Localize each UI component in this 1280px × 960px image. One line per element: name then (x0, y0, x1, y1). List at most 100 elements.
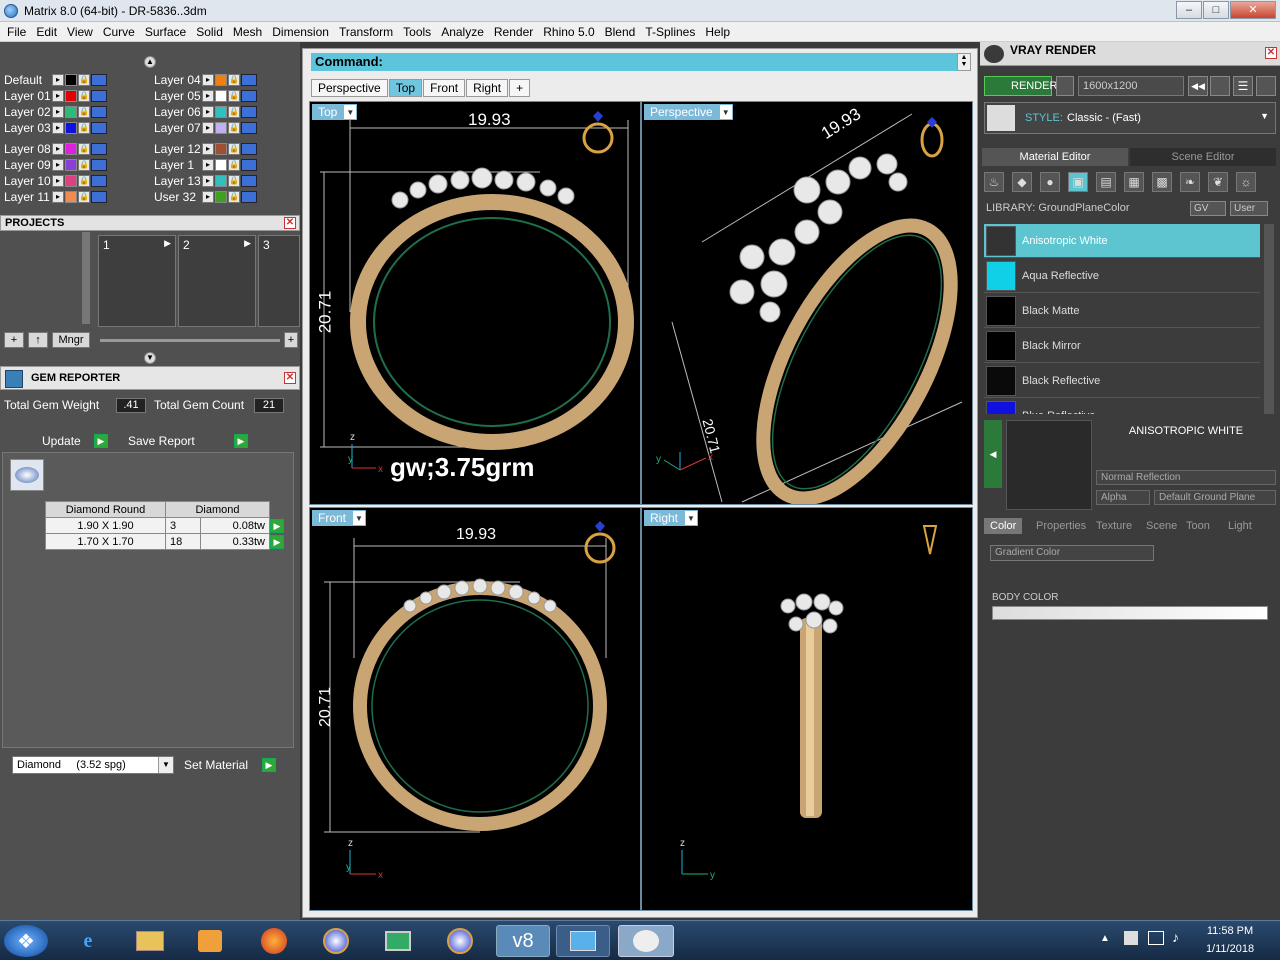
material-list-item[interactable]: Anisotropic White (984, 224, 1260, 258)
lock-icon[interactable]: 🔒 (78, 142, 90, 155)
tab-color[interactable]: Color (984, 518, 1023, 534)
layer-expand-icon[interactable]: ▸ (202, 121, 214, 134)
material-list-item[interactable]: Black Mirror (984, 329, 1260, 363)
sphere-icon[interactable]: ● (1040, 172, 1060, 192)
lock-icon[interactable]: 🔒 (78, 89, 90, 102)
layer-row[interactable]: Layer 06 ▸ 🔒 (150, 104, 258, 119)
material-select[interactable]: Diamond (3.52 spg) (12, 756, 174, 774)
layer-expand-icon[interactable]: ▸ (202, 190, 214, 203)
project-cell-3[interactable]: 3 (258, 235, 300, 327)
layer-expand-icon[interactable]: ▸ (202, 89, 214, 102)
frame-icon[interactable] (1210, 76, 1230, 96)
viewport-right-label[interactable]: Right ▼ (644, 510, 699, 526)
firefox-icon[interactable] (254, 925, 294, 957)
collapse-toggle-icon[interactable]: ▲ (144, 56, 156, 68)
internet-explorer-icon[interactable]: e (68, 925, 108, 957)
layer-color-swatch[interactable] (215, 105, 227, 118)
grid-icon[interactable] (1256, 76, 1276, 96)
lock-icon[interactable]: 🔒 (78, 174, 90, 187)
layer-color-swatch[interactable] (215, 158, 227, 171)
layer-row[interactable]: Layer 04 ▸ 🔒 (150, 72, 258, 87)
layer-color-swatch[interactable] (65, 174, 77, 187)
menu-item[interactable]: Transform (334, 25, 398, 39)
layer-visibility-icon[interactable] (241, 158, 257, 171)
layer-row[interactable]: Layer 10 ▸ 🔒 (0, 173, 108, 188)
layer-color-swatch[interactable] (215, 190, 227, 203)
lock-icon[interactable]: 🔒 (228, 174, 240, 187)
menu-item[interactable]: Solid (191, 25, 228, 39)
layer-row[interactable]: Layer 07 ▸ 🔒 (150, 120, 258, 135)
tab-perspective[interactable]: Perspective (311, 79, 388, 97)
layer-row[interactable]: User 32 ▸ 🔒 (150, 189, 258, 204)
layer-color-swatch[interactable] (65, 105, 77, 118)
viewport-perspective-label[interactable]: Perspective ▼ (644, 104, 733, 120)
play-icon[interactable]: ▶ (270, 518, 284, 533)
table-row[interactable]: 1.90 X 1.90 3 0.08tw ▶ (45, 517, 285, 534)
table-row[interactable]: 1.70 X 1.70 18 0.33tw ▶ (45, 533, 285, 550)
gem-icon[interactable]: ◆ (1012, 172, 1032, 192)
manager-button[interactable]: Mngr (52, 332, 90, 348)
lock-icon[interactable]: 🔒 (78, 121, 90, 134)
pattern-icon[interactable]: ▩ (1152, 172, 1172, 192)
menu-item[interactable]: View (62, 25, 98, 39)
layer-visibility-icon[interactable] (91, 89, 107, 102)
collapse-toggle-icon[interactable]: ▼ (144, 352, 156, 364)
layer-expand-icon[interactable]: ▸ (52, 89, 64, 102)
material-list-item[interactable]: Black Matte (984, 294, 1260, 328)
layer-color-swatch[interactable] (65, 190, 77, 203)
layer-visibility-icon[interactable] (241, 121, 257, 134)
viewport-right[interactable]: z y Right ▼ (641, 507, 973, 911)
layer-color-swatch[interactable] (65, 121, 77, 134)
layer-expand-icon[interactable]: ▸ (202, 105, 214, 118)
layer-expand-icon[interactable]: ▸ (202, 174, 214, 187)
lock-icon[interactable]: 🔒 (78, 105, 90, 118)
media-player-icon[interactable] (190, 925, 230, 957)
layer-visibility-icon[interactable] (241, 73, 257, 86)
list-icon[interactable]: ☰ (1233, 76, 1253, 96)
viewport-perspective[interactable]: y x Perspective ▼ 19.93 20.71 (641, 101, 973, 505)
menu-item[interactable]: T-Splines (640, 25, 700, 39)
rewind-icon[interactable]: ◀◀ (1188, 76, 1208, 96)
projects-close-icon[interactable]: ✕ (284, 217, 296, 229)
chevron-down-icon[interactable]: ▼ (1260, 111, 1269, 121)
style-selector[interactable]: STYLE: Classic - (Fast) ▼ (984, 102, 1276, 134)
layer-color-swatch[interactable] (65, 89, 77, 102)
save-report-button[interactable]: ▶ (234, 434, 248, 448)
ground-plane-select[interactable]: Default Ground Plane (1154, 490, 1276, 505)
layer-expand-icon[interactable]: ▸ (52, 158, 64, 171)
play-icon[interactable]: ▶ (244, 238, 251, 249)
update-button[interactable]: ▶ (94, 434, 108, 448)
play-icon[interactable]: ▶ (270, 534, 284, 549)
tab-toon[interactable]: Toon (1186, 518, 1210, 534)
layer-expand-icon[interactable]: ▸ (52, 174, 64, 187)
set-material-button[interactable]: ▶ (262, 758, 276, 772)
matrix-app-icon-2[interactable] (440, 925, 480, 957)
resolution-select[interactable]: 1600x1200 (1078, 76, 1184, 96)
collapse-left-icon[interactable]: ◀ (984, 420, 1002, 488)
layer-visibility-icon[interactable] (91, 190, 107, 203)
command-scroll-icon[interactable]: ▲ ▼ (957, 53, 971, 71)
tab-material-editor[interactable]: Material Editor (982, 148, 1128, 166)
menu-item[interactable]: Surface (140, 25, 191, 39)
tab-light[interactable]: Light (1228, 518, 1252, 534)
layer-row[interactable]: Layer 13 ▸ 🔒 (150, 173, 258, 188)
render-button[interactable]: RENDER (984, 76, 1057, 96)
command-bar[interactable]: Command: (311, 53, 959, 71)
paint-icon[interactable]: ❦ (1208, 172, 1228, 192)
menu-item[interactable]: Tools (398, 25, 436, 39)
minimize-button[interactable]: – (1176, 1, 1202, 19)
layer-visibility-icon[interactable] (241, 142, 257, 155)
texture-icon[interactable]: ▤ (1096, 172, 1116, 192)
menu-item[interactable]: File (2, 25, 31, 39)
paint-icon[interactable] (618, 925, 674, 957)
play-icon[interactable]: ▶ (164, 238, 171, 249)
viewport-front[interactable]: z y x Front ▼ 19.93 20.71 (309, 507, 641, 911)
layer-row[interactable]: Layer 11 ▸ 🔒 (0, 189, 108, 204)
vray-close-icon[interactable]: ✕ (1265, 47, 1277, 59)
layer-expand-icon[interactable]: ▸ (202, 158, 214, 171)
gradient-select[interactable]: Gradient Color (990, 545, 1154, 561)
layer-row[interactable]: Layer 09 ▸ 🔒 (0, 157, 108, 172)
menu-item[interactable]: Curve (98, 25, 140, 39)
menu-item[interactable]: Mesh (228, 25, 267, 39)
volume-icon[interactable]: ♪ (1172, 929, 1179, 945)
